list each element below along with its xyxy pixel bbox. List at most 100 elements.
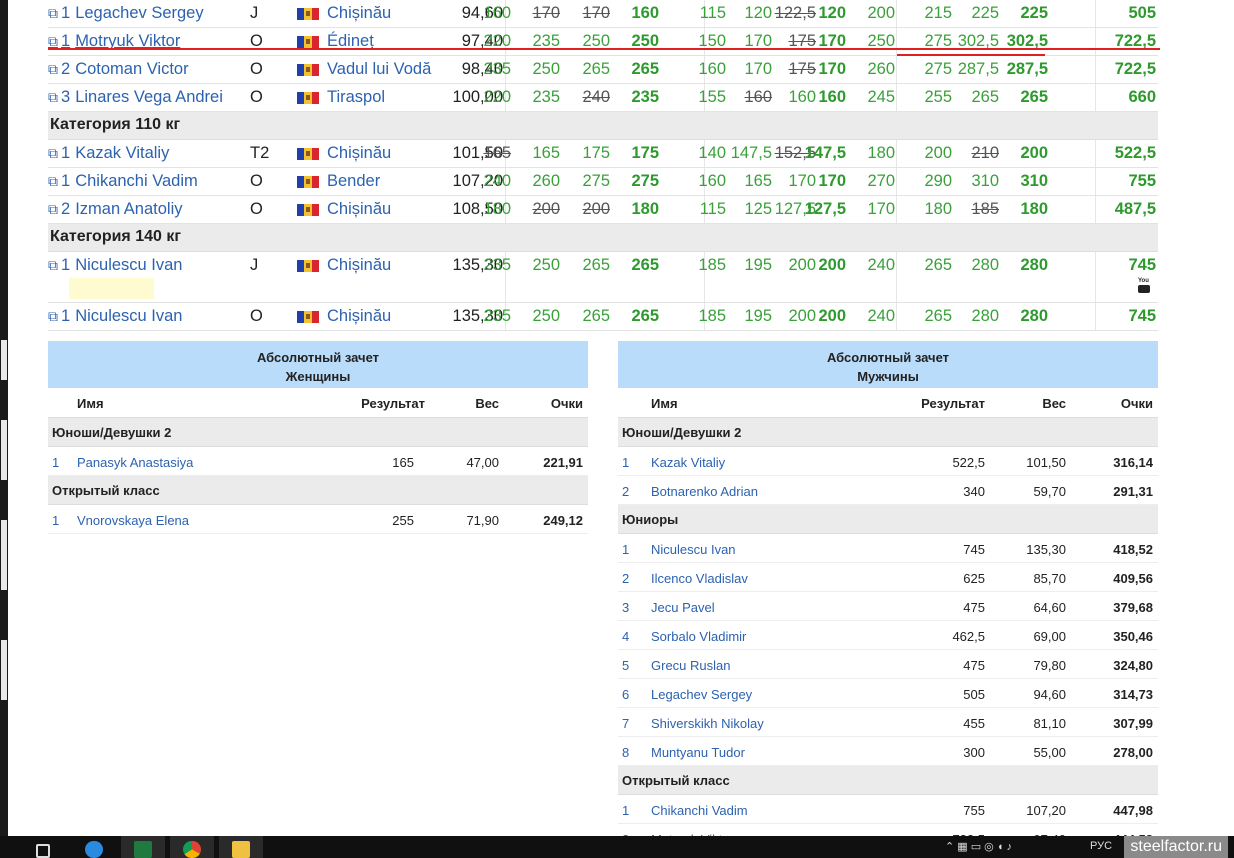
column-divider: [896, 140, 897, 167]
language-indicator[interactable]: РУС: [1090, 840, 1112, 852]
athlete-link[interactable]: Jecu Pavel: [651, 600, 715, 615]
athlete-link[interactable]: ⧉ 1 Kazak Vitaliy: [48, 144, 169, 163]
deadlift-attempt-1: 240: [867, 256, 895, 274]
total-result: 722,5: [1114, 60, 1156, 78]
athlete-link[interactable]: Legachev Sergey: [651, 687, 752, 702]
chrome-button[interactable]: [170, 836, 214, 858]
excel-button[interactable]: [121, 836, 165, 858]
points-value: 350,46: [1113, 629, 1153, 644]
athlete-link[interactable]: Sorbalo Vladimir: [651, 629, 746, 644]
rank: 5: [622, 658, 630, 673]
column-header-result: Результат: [361, 396, 425, 411]
deadlift-attempt-1: 270: [867, 172, 895, 190]
athlete-place: 1: [61, 4, 71, 22]
deadlift-attempt-1: 170: [867, 200, 895, 218]
group-label: Юноши/Девушки 2: [622, 425, 742, 440]
external-link-icon: ⧉: [48, 173, 58, 189]
athlete-link[interactable]: Ilcenco Vladislav: [651, 571, 748, 586]
moldova-flag-icon: [297, 92, 319, 104]
rank: 4: [622, 629, 630, 644]
athlete-link[interactable]: Botnarenko Adrian: [651, 484, 758, 499]
athlete-link[interactable]: Panasyk Anastasiya: [77, 455, 193, 470]
city-link[interactable]: Chișinău: [327, 200, 391, 219]
bench-attempt-3: 160: [788, 88, 816, 106]
athlete-link[interactable]: Grecu Ruslan: [651, 658, 730, 673]
deadlift-attempt-3: 280: [971, 256, 999, 274]
squat-attempt-3: 200: [582, 200, 610, 218]
column-divider: [896, 196, 897, 223]
column-divider: [1095, 0, 1096, 27]
athlete-link[interactable]: Kazak Vitaliy: [651, 455, 725, 470]
athlete-row: ⧉ 2 Cotoman Victor O Vadul lui Vodă 98,40 235 2…: [48, 56, 1158, 84]
city-link[interactable]: Chișinău: [327, 4, 391, 23]
tray-icons[interactable]: ⌃ ▦ ▭ ◎ ◖ ♪: [945, 840, 1012, 853]
bench-attempt-2: 147,5: [730, 144, 772, 162]
deadlift-attempt-1: 245: [867, 88, 895, 106]
edge-button[interactable]: [72, 836, 116, 858]
bench-best: 127,5: [804, 200, 846, 218]
city-link[interactable]: Tiraspol: [327, 88, 385, 107]
athlete-link[interactable]: ⧉ 3 Linares Vega Andrei: [48, 88, 223, 107]
squat-attempt-2: 250: [532, 256, 560, 274]
moldova-flag-icon: [297, 36, 319, 48]
youtube-icon[interactable]: You: [1138, 278, 1152, 294]
athlete-link[interactable]: Niculescu Ivan: [651, 542, 736, 557]
group-label: Открытый класс: [622, 773, 730, 788]
squat-attempt-2: 200: [532, 200, 560, 218]
athlete-link[interactable]: Chikanchi Vadim: [651, 803, 748, 818]
squat-best: 265: [631, 256, 659, 274]
athlete-place: 3: [61, 88, 71, 106]
athlete-link[interactable]: Shiverskikh Nikolay: [651, 716, 764, 731]
athlete-link[interactable]: ⧉ 2 Cotoman Victor: [48, 60, 189, 79]
squat-attempt-1: 160: [483, 4, 511, 22]
city-link[interactable]: Bender: [327, 172, 380, 191]
points-value: 314,73: [1113, 687, 1153, 702]
bench-attempt-1: 160: [698, 172, 726, 190]
group-label: Юниоры: [622, 512, 679, 527]
abs-header: Абсолютный зачет Женщины: [48, 341, 588, 388]
category-header: Категория 140 кг: [48, 224, 1158, 252]
city-link[interactable]: Chișinău: [327, 144, 391, 163]
deadlift-best: 265: [1020, 88, 1048, 106]
athlete-link[interactable]: Muntyanu Tudor: [651, 745, 745, 760]
city-link[interactable]: Chișinău: [327, 307, 391, 326]
weight-value: 64,60: [1033, 600, 1066, 615]
bench-attempt-3: 175: [788, 60, 816, 78]
result-value: 475: [963, 658, 985, 673]
result-value: 462,5: [952, 629, 985, 644]
athlete-place: 1: [61, 256, 71, 274]
squat-best: 175: [631, 144, 659, 162]
deadlift-attempt-3: 225: [971, 4, 999, 22]
athlete-row: ⧉ 3 Linares Vega Andrei O Tiraspol 100,00 220 2…: [48, 84, 1158, 112]
points-value: 291,31: [1113, 484, 1153, 499]
squat-attempt-2: 170: [532, 4, 560, 22]
result-value: 255: [392, 513, 414, 528]
athlete-link[interactable]: ⧉ 1 Legachev Sergey: [48, 4, 204, 23]
external-link-icon: ⧉: [48, 89, 58, 105]
squat-attempt-2: 250: [532, 60, 560, 78]
abs-subtitle: Мужчины: [857, 369, 919, 384]
explorer-button[interactable]: [219, 836, 263, 858]
abs-row: 2 Ilcenco Vladislav 625 85,70 409,56: [618, 563, 1158, 592]
squat-best: 235: [631, 88, 659, 106]
result-value: 505: [963, 687, 985, 702]
column-divider: [1095, 303, 1096, 330]
athlete-link[interactable]: ⧉ 2 Izman Anatoliy: [48, 200, 183, 219]
highlight-box: [69, 278, 154, 299]
total-result: 755: [1128, 172, 1156, 190]
moldova-flag-icon: [297, 204, 319, 216]
athlete-link[interactable]: ⧉ 1 Niculescu Ivan: [48, 256, 183, 275]
deadlift-attempt-2: 275: [924, 60, 952, 78]
rank: 6: [622, 687, 630, 702]
column-header-weight: Вес: [1042, 396, 1066, 411]
athlete-link[interactable]: ⧉ 1 Niculescu Ivan: [48, 307, 183, 326]
athlete-link[interactable]: Vnorovskaya Elena: [77, 513, 189, 528]
athlete-link[interactable]: ⧉ 1 Chikanchi Vadim: [48, 172, 198, 191]
points-value: 249,12: [543, 513, 583, 528]
city-link[interactable]: Chișinău: [327, 256, 391, 275]
city-link[interactable]: Vadul lui Vodă: [327, 60, 431, 79]
abs-group-header: Юноши/Девушки 2: [618, 418, 1158, 447]
deadlift-attempt-3: 310: [971, 172, 999, 190]
deadlift-best: 280: [1020, 307, 1048, 325]
task-view-button[interactable]: [22, 836, 66, 858]
